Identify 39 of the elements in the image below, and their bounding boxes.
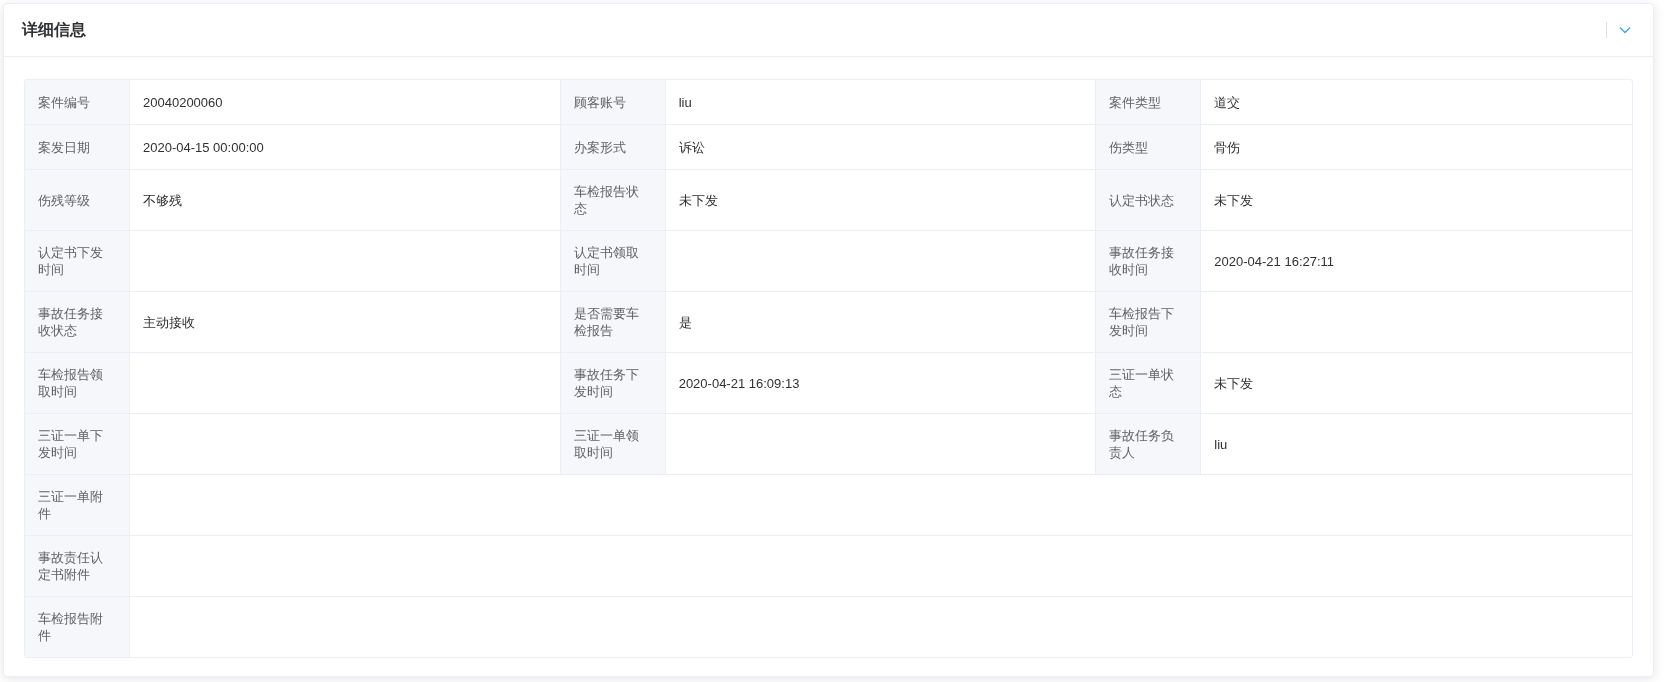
field-value: 道交 bbox=[1201, 80, 1632, 125]
field-label: 车检报告状态 bbox=[573, 183, 640, 217]
field-value: 2020-04-15 00:00:00 bbox=[130, 125, 561, 170]
field-label: 三证一单状态 bbox=[1109, 366, 1176, 400]
field-label: 是否需要车检报告 bbox=[573, 305, 640, 339]
field-label: 事故任务下发时间 bbox=[573, 366, 640, 400]
field-label: 车检报告下发时间 bbox=[1109, 305, 1176, 339]
field-value: 不够残 bbox=[130, 170, 561, 231]
field-value: 诉讼 bbox=[665, 125, 1097, 170]
field-value: 2020-04-21 16:27:11 bbox=[1201, 231, 1632, 292]
field-label: 伤残等级 bbox=[38, 191, 90, 209]
field-label: 伤类型 bbox=[1109, 138, 1149, 156]
field-label: 三证一单领取时间 bbox=[573, 427, 640, 461]
field-value: 未下发 bbox=[1201, 170, 1632, 231]
field-label: 事故任务接收时间 bbox=[1109, 244, 1176, 278]
field-value: 骨伤 bbox=[1201, 125, 1632, 170]
field-label: 顾客账号 bbox=[573, 93, 626, 111]
field-value: liu bbox=[665, 80, 1097, 125]
field-value: 20040200060 bbox=[130, 80, 561, 125]
field-value: liu bbox=[1201, 414, 1632, 475]
field-label: 事故任务负责人 bbox=[1109, 427, 1176, 461]
field-label: 事故责任认定书附件 bbox=[38, 549, 104, 583]
field-label: 车检报告附件 bbox=[38, 610, 104, 644]
collapse-button[interactable] bbox=[1617, 24, 1633, 36]
field-label: 车检报告领取时间 bbox=[38, 366, 104, 400]
field-label: 三证一单附件 bbox=[38, 488, 104, 522]
field-label: 事故任务接收状态 bbox=[38, 305, 104, 339]
panel-title: 详细信息 bbox=[22, 19, 87, 40]
field-label: 案件类型 bbox=[1109, 93, 1162, 111]
field-label: 三证一单下发时间 bbox=[38, 427, 104, 461]
field-label: 案件编号 bbox=[38, 93, 90, 111]
field-label: 认定书状态 bbox=[1109, 191, 1175, 209]
field-label: 认定书下发时间 bbox=[38, 244, 104, 278]
field-label: 认定书领取时间 bbox=[573, 244, 640, 278]
field-value: 未下发 bbox=[1201, 353, 1632, 414]
field-label: 案发日期 bbox=[38, 138, 90, 156]
field-label: 办案形式 bbox=[573, 138, 626, 156]
field-value: 主动接收 bbox=[130, 292, 561, 353]
chevron-icon bbox=[1619, 26, 1631, 34]
